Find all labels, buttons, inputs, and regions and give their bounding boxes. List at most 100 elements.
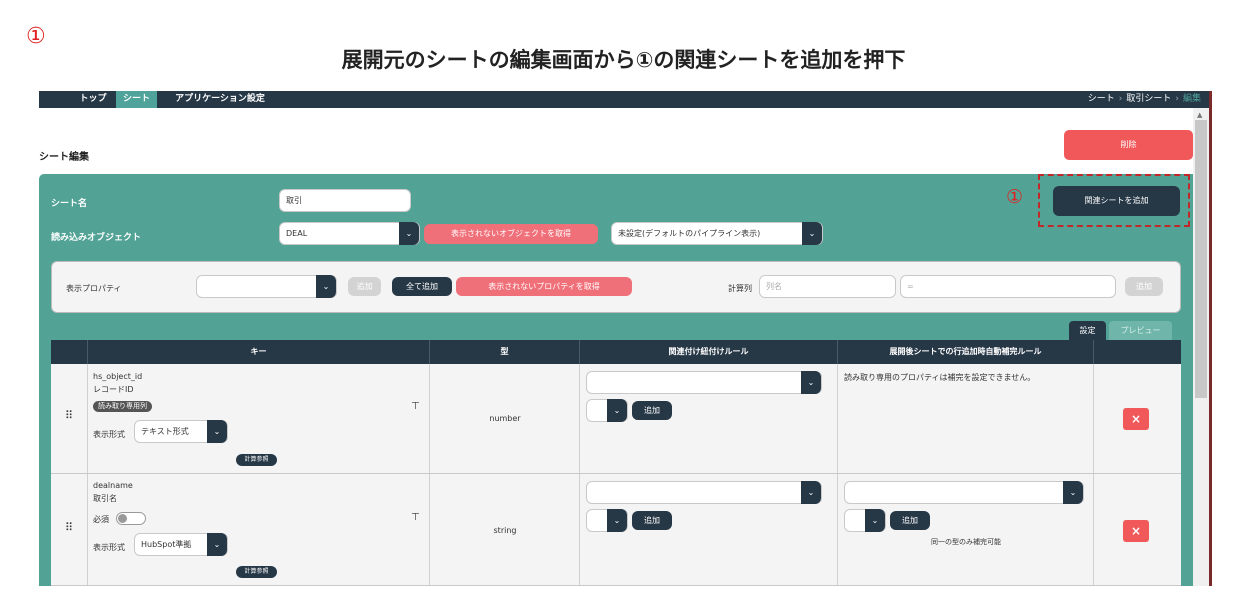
calc-reference-button[interactable]: 計算参照 bbox=[236, 454, 277, 466]
header-key: キー bbox=[87, 340, 429, 364]
pipeline-select[interactable]: 未設定(デフォルトのパイプライン表示) ⌄ bbox=[611, 222, 823, 245]
object-label: 読み込みオブジェクト bbox=[51, 233, 142, 243]
association-select[interactable]: ⌄ bbox=[586, 371, 822, 394]
format-label: 表示形式 bbox=[93, 543, 125, 552]
breadcrumb-current: 編集 bbox=[1182, 94, 1201, 104]
object-select-value: DEAL bbox=[286, 229, 308, 238]
calc-column-label: 計算列 bbox=[728, 284, 752, 293]
required-toggle[interactable] bbox=[116, 512, 146, 525]
association-select[interactable]: ⌄ bbox=[586, 481, 822, 504]
pin-icon[interactable]: ⊤ bbox=[411, 401, 420, 412]
type-cell: number bbox=[429, 364, 579, 473]
chevron-down-icon[interactable]: ⌄ bbox=[865, 509, 885, 532]
object-select[interactable]: DEAL ⌄ bbox=[279, 222, 420, 245]
pin-icon[interactable]: ⊤ bbox=[411, 512, 420, 523]
drag-handle-icon[interactable]: ⠿ bbox=[65, 409, 73, 422]
add-related-sheet-button[interactable]: 関連シートを追加 bbox=[1053, 186, 1180, 216]
readonly-badge: 読み取り専用列 bbox=[93, 401, 152, 412]
get-hidden-objects-button[interactable]: 表示されないオブジェクトを取得 bbox=[424, 224, 598, 244]
scroll-up-icon[interactable]: ▲ bbox=[1197, 111, 1202, 119]
sheet-edit-panel: シート名 取引 読み込みオブジェクト DEAL ⌄ 表示されないオブジェクトを取… bbox=[39, 174, 1193, 586]
chevron-down-icon[interactable]: ⌄ bbox=[1063, 481, 1083, 504]
display-property-select[interactable]: ⌄ bbox=[196, 275, 337, 298]
chevron-down-icon[interactable]: ⌄ bbox=[607, 399, 627, 422]
format-select[interactable]: テキスト形式 ⌄ bbox=[134, 420, 228, 443]
instruction-heading: 展開元のシートの編集画面から①の関連シートを追加を押下 bbox=[341, 48, 906, 72]
display-properties-label: 表示プロパティ bbox=[66, 284, 122, 293]
property-label: レコードID bbox=[93, 385, 134, 394]
calc-add-button[interactable]: 追加 bbox=[1125, 277, 1163, 296]
chevron-down-icon[interactable]: ⌄ bbox=[399, 222, 419, 245]
chevron-down-icon[interactable]: ⌄ bbox=[316, 275, 336, 298]
breadcrumb-deal-sheet[interactable]: 取引シート bbox=[1126, 94, 1171, 104]
table-row: ⠿ dealname 取引名 必須 ⊤ 表示形式 HubSpot準拠 ⌄ 計算参… bbox=[51, 474, 1181, 586]
scroll-thumb[interactable] bbox=[1195, 120, 1207, 398]
chevron-down-icon[interactable]: ⌄ bbox=[207, 533, 227, 556]
type-cell: string bbox=[429, 474, 579, 585]
chevron-down-icon[interactable]: ⌄ bbox=[801, 481, 821, 504]
nav-item-app-settings[interactable]: アプリケーション設定 bbox=[165, 91, 275, 108]
chevron-down-icon[interactable]: ⌄ bbox=[801, 371, 821, 394]
autofill-sub-select[interactable]: ⌄ bbox=[844, 509, 886, 532]
chevron-down-icon[interactable]: ⌄ bbox=[802, 222, 822, 245]
sheet-name-label: シート名 bbox=[51, 199, 88, 209]
sheet-name-input[interactable]: 取引 bbox=[279, 189, 411, 212]
get-hidden-properties-button[interactable]: 表示されないプロパティを取得 bbox=[456, 277, 632, 296]
actions-cell: × bbox=[1093, 474, 1181, 585]
nav-item-sheet[interactable]: シート bbox=[116, 91, 157, 108]
key-cell: dealname 取引名 必須 ⊤ 表示形式 HubSpot準拠 ⌄ 計算参照 bbox=[87, 474, 429, 585]
property-key: dealname bbox=[93, 481, 133, 490]
nav-item-top[interactable]: トップ bbox=[79, 91, 107, 108]
autofill-add-button[interactable]: 追加 bbox=[890, 511, 930, 530]
autofill-cell: ⌄ ⌄ 追加 同一の型のみ補完可能 bbox=[837, 474, 1093, 585]
property-label: 取引名 bbox=[93, 494, 117, 503]
association-sub-select[interactable]: ⌄ bbox=[586, 509, 628, 532]
header-actions bbox=[1093, 340, 1181, 364]
calc-formula-input[interactable]: = bbox=[900, 275, 1116, 298]
format-select-value: HubSpot準拠 bbox=[141, 540, 192, 549]
delete-sheet-button[interactable]: 削除 bbox=[1064, 130, 1193, 160]
association-add-button[interactable]: 追加 bbox=[632, 401, 672, 420]
header-autofill-rule: 展開後シートでの行追加時自動補完ルール bbox=[837, 340, 1093, 364]
association-add-button[interactable]: 追加 bbox=[632, 511, 672, 530]
property-type: number bbox=[489, 414, 521, 423]
autofill-note: 読み取り専用のプロパティは補完を設定できません。 bbox=[844, 373, 1036, 382]
pipeline-select-value: 未設定(デフォルトのパイプライン表示) bbox=[618, 229, 761, 238]
header-association-rule: 関連付け紐付けルール bbox=[579, 340, 837, 364]
add-all-properties-button[interactable]: 全て追加 bbox=[392, 277, 452, 296]
association-sub-select[interactable]: ⌄ bbox=[586, 399, 628, 422]
header-type: 型 bbox=[429, 340, 579, 364]
format-select[interactable]: HubSpot準拠 ⌄ bbox=[134, 533, 228, 556]
drag-handle-icon[interactable]: ⠿ bbox=[65, 521, 73, 534]
breadcrumb-separator-icon: › bbox=[1175, 94, 1179, 104]
add-property-button[interactable]: 追加 bbox=[348, 277, 381, 296]
chevron-down-icon[interactable]: ⌄ bbox=[207, 420, 227, 443]
tab-preview[interactable]: プレビュー bbox=[1109, 321, 1172, 340]
required-label: 必須 bbox=[93, 515, 109, 524]
table-header: キー 型 関連付け紐付けルール 展開後シートでの行追加時自動補完ルール bbox=[51, 340, 1181, 364]
format-label: 表示形式 bbox=[93, 430, 125, 439]
calc-reference-button[interactable]: 計算参照 bbox=[236, 566, 277, 578]
autofill-note: 同一の型のみ補完可能 bbox=[931, 538, 1001, 546]
breadcrumb: シート › 取引シート › 編集 bbox=[1088, 91, 1201, 108]
chevron-down-icon[interactable]: ⌄ bbox=[607, 509, 627, 532]
table-row: ⠿ hs_object_id レコードID 読み取り専用列 ⊤ 表示形式 テキス… bbox=[51, 364, 1181, 474]
breadcrumb-separator-icon: › bbox=[1118, 94, 1123, 104]
format-select-value: テキスト形式 bbox=[141, 427, 189, 436]
vertical-scrollbar[interactable]: ▲ bbox=[1193, 108, 1209, 586]
breadcrumb-sheet[interactable]: シート bbox=[1088, 94, 1115, 104]
page-title: シート編集 bbox=[39, 152, 89, 163]
header-drag bbox=[51, 340, 87, 364]
display-properties-panel: 表示プロパティ ⌄ 追加 全て追加 表示されないプロパティを取得 計算列 列名 … bbox=[51, 261, 1181, 313]
autofill-select[interactable]: ⌄ bbox=[844, 481, 1084, 504]
delete-row-icon[interactable]: × bbox=[1123, 520, 1149, 542]
top-navbar: トップ シート アプリケーション設定 シート › 取引シート › 編集 bbox=[39, 91, 1209, 108]
tab-settings[interactable]: 設定 bbox=[1069, 321, 1106, 340]
step-marker-near-button: ① bbox=[1006, 186, 1024, 208]
key-cell: hs_object_id レコードID 読み取り専用列 ⊤ 表示形式 テキスト形… bbox=[87, 364, 429, 473]
property-key: hs_object_id bbox=[93, 372, 143, 381]
calc-column-name-input[interactable]: 列名 bbox=[759, 275, 896, 298]
toggle-knob bbox=[118, 514, 127, 523]
delete-row-icon[interactable]: × bbox=[1123, 408, 1149, 430]
frame-edge bbox=[1209, 91, 1212, 586]
